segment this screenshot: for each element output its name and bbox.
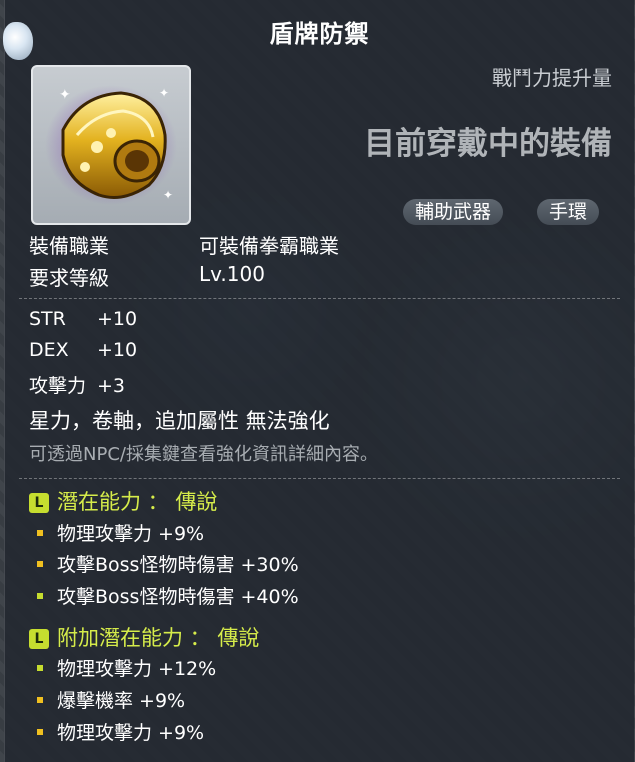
gold-bullet-icon	[37, 530, 43, 536]
chip-secondary-weapon[interactable]: 輔助武器	[403, 199, 504, 225]
potential-title: 潛在能力 ： 傳說	[57, 490, 218, 514]
green-bullet-icon	[37, 593, 43, 599]
divider	[19, 298, 620, 300]
stat-value: +10	[97, 339, 138, 361]
gold-bullet-icon	[37, 697, 43, 703]
stat-key: 攻擊力	[29, 375, 87, 397]
stat-row-str: STR +10	[29, 308, 137, 330]
enhance-notice: 星力，卷軸，追加屬性 無法強化	[29, 409, 330, 433]
potential-line: 攻擊Boss怪物時傷害 +30%	[37, 550, 299, 577]
legendary-badge-icon: L	[29, 629, 49, 649]
svg-text:✦: ✦	[163, 188, 173, 202]
additional-potential-title: 附加潛在能力 ： 傳說	[57, 626, 260, 650]
additional-potential-header: L 附加潛在能力 ： 傳說	[29, 622, 259, 652]
divider	[19, 478, 620, 480]
requirement-key: 裝備職業	[29, 234, 109, 258]
additional-potential-line: 物理攻擊力 +9%	[37, 718, 204, 745]
requirement-value: Lv.100	[199, 262, 265, 286]
potential-line: 攻擊Boss怪物時傷害 +40%	[37, 582, 299, 609]
potential-line-text: 物理攻擊力 +9%	[57, 523, 205, 545]
item-icon-frame: ✦ ✦ ✦	[31, 65, 191, 225]
additional-potential-line: 物理攻擊力 +12%	[37, 654, 216, 681]
stat-value: +3	[97, 375, 126, 397]
requirement-key: 要求等級	[29, 266, 109, 290]
stat-key: STR	[29, 308, 66, 330]
additional-potential-line: 爆擊機率 +9%	[37, 686, 185, 713]
gold-bullet-icon	[37, 729, 43, 735]
potential-line-text: 攻擊Boss怪物時傷害 +30%	[57, 554, 299, 576]
item-name: 盾牌防禦	[269, 20, 370, 48]
stat-value: +10	[97, 308, 138, 330]
combat-power-increase-label: 戰鬥力提升量	[492, 66, 612, 90]
svg-text:✦: ✦	[59, 87, 71, 103]
potential-line: 物理攻擊力 +9%	[37, 519, 204, 546]
shield-emblem-icon: ✦ ✦ ✦	[45, 85, 177, 205]
svg-text:✦: ✦	[159, 86, 169, 100]
chip-bracelet[interactable]: 手環	[537, 199, 600, 225]
stat-key: DEX	[29, 339, 69, 361]
potential-header: L 潛在能力 ： 傳說	[29, 486, 217, 516]
enhance-hint: 可透過NPC/採集鍵查看強化資訊詳細內容。	[29, 444, 378, 465]
stat-row-attack: 攻擊力 +3	[29, 371, 125, 398]
legendary-badge-icon: L	[29, 493, 49, 513]
additional-potential-line-text: 物理攻擊力 +12%	[57, 658, 217, 680]
item-tooltip: 盾牌防禦 戰鬥力提升量 目前穿戴中的裝備 ✦ ✦ ✦ 輔助武器 手環 裝備職業 …	[3, 0, 634, 762]
additional-potential-line-text: 爆擊機率 +9%	[57, 690, 186, 712]
currently-equipped-label: 目前穿戴中的裝備	[364, 126, 612, 162]
green-bullet-icon	[37, 665, 43, 671]
requirement-value: 可裝備拳霸職業	[199, 234, 339, 258]
gold-bullet-icon	[37, 561, 43, 567]
potential-line-text: 攻擊Boss怪物時傷害 +40%	[57, 586, 299, 608]
additional-potential-line-text: 物理攻擊力 +9%	[57, 722, 205, 744]
stat-row-dex: DEX +10	[29, 339, 137, 361]
